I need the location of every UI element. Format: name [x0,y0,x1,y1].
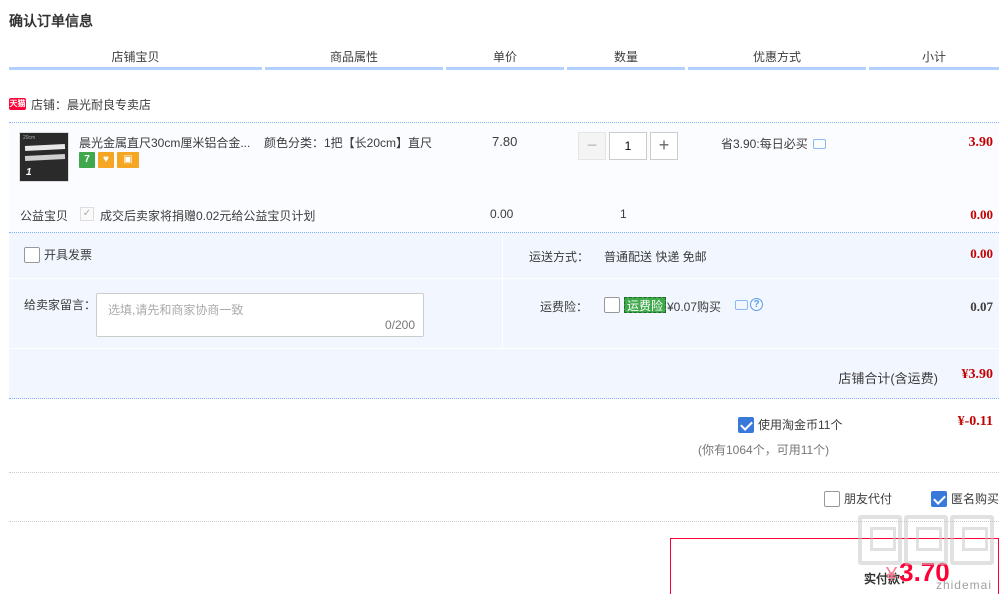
anonymous-label: 匿名购买 [951,492,1000,506]
insurance-label: 运费险： [540,300,589,314]
shipping-label: 运送方式： [529,250,590,264]
message-placeholder: 选填,请先和商家协商一致 [108,303,244,317]
friend-pay-label: 朋友代付 [844,492,893,506]
payment-amount: ¥3.70 [886,557,950,588]
page-title: 确认订单信息 [9,13,93,29]
discount-text: 省3.90:每日必买 [721,137,808,151]
order-item-block: 20cm 1 晨光金属直尺30cm厘米铝合金... 7 ♥ ▣ 颜色分类：1把【… [9,122,999,232]
insurance-tag: 运费险 [624,297,667,313]
friend-pay-checkbox[interactable] [824,490,840,507]
anonymous-checkbox[interactable] [931,490,947,507]
shop-row: 天猫 店铺：晨光耐良专卖店 [9,95,151,113]
card-icon[interactable]: ▣ [117,152,139,168]
column-header: 店铺宝贝 商品属性 单价 数量 优惠方式 小计 [9,48,999,70]
friend-pay-option[interactable]: 朋友代付 [824,490,892,507]
anonymous-option[interactable]: 匿名购买 [931,490,999,507]
quantity-stepper: − + [578,132,678,160]
shop-name[interactable]: 店铺：晨光耐良专卖店 [31,96,151,113]
column-subtotal: 小计 [869,48,999,70]
help-icon[interactable]: ? [750,298,763,311]
increase-button[interactable]: + [650,132,678,160]
service-icons: 7 ♥ ▣ [79,152,139,168]
shipping-fee: 0.00 [970,246,993,261]
coin-option[interactable]: 使用淘金币11个 [738,416,842,433]
column-unit-price: 单价 [446,48,564,70]
insurance-checkbox[interactable] [604,297,620,313]
column-quantity: 数量 [567,48,685,70]
insurance-fee: 0.07 [970,299,993,314]
payment-box: 实付款： ¥3.70 [670,538,999,594]
charity-subtotal: 0.00 [970,207,993,222]
coin-note: (你有1064个，可用11个) [698,443,830,457]
shop-total-label: 店铺合计(含运费) [838,371,938,386]
order-options-block: 开具发票 运送方式： 普通配送 快递 免邮 0.00 给卖家留言： 选填,请先和… [9,232,999,399]
discount-info: 省3.90:每日必买 [721,135,826,152]
payment-amount-value: 3.70 [899,557,950,587]
thumb-count-label: 1 [26,167,32,178]
charity-qty: 1 [620,207,627,221]
invoice-label: 开具发票 [44,248,93,262]
invoice-option[interactable]: 开具发票 [24,246,92,263]
unit-price: 7.80 [492,134,518,149]
coin-discount: ¥-0.11 [957,414,993,429]
thumb-brand-label: 20cm [23,135,36,141]
product-thumbnail[interactable]: 20cm 1 [19,132,69,182]
currency-symbol: ¥ [886,564,898,586]
charity-text: 成交后卖家将捐赠0.02元给公益宝贝计划 [100,209,316,223]
charity-price: 0.00 [490,207,514,221]
column-shop-item: 店铺宝贝 [9,48,262,70]
message-char-count: 0/200 [384,318,415,332]
product-name-link[interactable]: 晨光金属直尺30cm厘米铝合金... [79,134,259,151]
divider [9,521,999,522]
column-attributes: 商品属性 [265,48,443,70]
coin-label: 使用淘金币11个 [758,418,843,432]
item-subtotal: 3.90 [968,135,994,150]
message-label: 给卖家留言： [24,298,97,312]
divider [9,472,999,473]
shipping-method: 普通配送 快递 免邮 [604,250,707,264]
column-discount: 优惠方式 [688,48,866,70]
seven-day-return-icon[interactable]: 7 [79,152,95,168]
charity-label: 公益宝贝 [20,209,69,223]
insurance-icons: ? [735,298,763,311]
invoice-checkbox[interactable] [24,246,40,263]
chat-icon[interactable] [812,138,826,149]
shop-total: ¥3.90 [961,367,994,382]
charity-checkbox: ✓ [80,207,94,221]
guarantee-icon[interactable]: ♥ [98,152,114,168]
decrease-button[interactable]: − [578,132,606,160]
insurance-price-text: ¥0.07购买 [667,300,722,314]
message-input[interactable]: 选填,请先和商家协商一致 0/200 [96,293,424,337]
chat-icon[interactable] [735,299,748,310]
product-attributes: 颜色分类：1把【长20cm】直尺 [264,136,433,150]
coin-checkbox[interactable] [738,416,754,433]
quantity-input[interactable] [609,132,647,160]
tmall-icon: 天猫 [9,98,26,110]
